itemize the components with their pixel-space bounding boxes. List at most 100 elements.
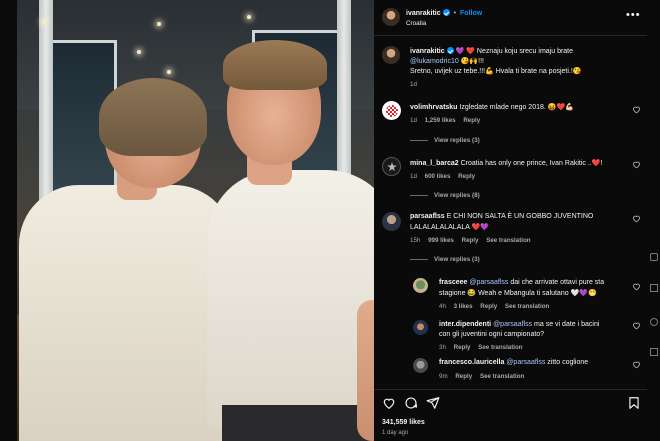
square-icon[interactable] <box>650 348 658 356</box>
external-link-icon[interactable] <box>650 253 658 261</box>
reply-meta: 3h Reply See translation <box>439 344 523 351</box>
caption-text: Sretno, uvijek uz tebe.!!!💪 Hvala ti bra… <box>410 68 582 75</box>
page-scrollbar[interactable] <box>647 0 660 441</box>
reply-button[interactable]: Reply <box>462 237 479 244</box>
reply-age[interactable]: 9m <box>439 373 448 380</box>
see-translation-button[interactable]: See translation <box>478 344 522 351</box>
post-viewer: ivanrakitic • Follow Croatia ••• ivanrak… <box>0 0 660 441</box>
share-icon[interactable] <box>426 396 440 410</box>
comment-username[interactable]: parsaaflss <box>410 213 445 220</box>
reply-likes[interactable]: 3 likes <box>454 303 473 310</box>
reply-button[interactable]: Reply <box>455 373 472 380</box>
person-shirt <box>19 185 234 441</box>
reply-button[interactable]: Reply <box>454 344 471 351</box>
heart-icon[interactable] <box>632 214 641 223</box>
person-pants <box>222 405 372 441</box>
reply-age[interactable]: 3h <box>439 344 446 351</box>
comment-line: mina_l_barca2 Croatia has only one princ… <box>410 159 602 167</box>
author-username[interactable]: ivanrakitic <box>406 10 441 17</box>
reply-username[interactable]: francesco.lauricella <box>439 359 504 366</box>
reply-avatar[interactable] <box>413 358 428 373</box>
heart-icon[interactable] <box>632 105 641 114</box>
comment-meta: 15h 999 likes Reply See translation <box>410 237 531 244</box>
heart-icon[interactable] <box>632 321 641 330</box>
caption-mention[interactable]: @lukamodric10 <box>410 58 459 65</box>
reply-mention[interactable]: @parsaaflss <box>493 321 532 328</box>
see-translation-button[interactable]: See translation <box>505 303 549 310</box>
ceiling-light <box>42 20 46 24</box>
view-replies-button[interactable]: View replies (3) <box>410 137 480 144</box>
caption-line: ivanrakitic 💜 ❤️ Neznaju koju srecu imaj… <box>410 47 573 55</box>
heart-icon[interactable] <box>632 160 641 169</box>
window-icon[interactable] <box>650 284 658 292</box>
see-translation-button[interactable]: See translation <box>486 237 530 244</box>
see-translation-button[interactable]: See translation <box>480 373 524 380</box>
post-photo[interactable] <box>17 0 374 441</box>
caption-age[interactable]: 1d <box>410 81 417 88</box>
reply-button[interactable]: Reply <box>463 117 480 124</box>
reply-button[interactable]: Reply <box>458 173 475 180</box>
reply-avatar[interactable] <box>413 278 428 293</box>
comment-avatar[interactable] <box>382 157 401 176</box>
ceiling-light <box>157 22 161 26</box>
header-divider <box>374 35 647 36</box>
follow-button[interactable]: Follow <box>460 10 482 17</box>
author-avatar[interactable] <box>382 8 400 26</box>
heart-icon[interactable] <box>382 396 396 410</box>
ceiling-light <box>247 15 251 19</box>
comment-username[interactable]: mina_l_barca2 <box>410 160 459 167</box>
reply-text: zitto coglione <box>547 359 589 366</box>
comment-meta: 1d 1,259 likes Reply <box>410 117 480 124</box>
person-hair <box>99 78 207 156</box>
reply-meta: 9m Reply See translation <box>439 373 524 380</box>
post-age[interactable]: 1 day ago <box>382 430 408 436</box>
flag-logo <box>385 104 398 117</box>
reply-avatar[interactable] <box>413 320 428 335</box>
reply-line: inter.dipendenti @parsaaflss ma se vi da… <box>439 321 599 328</box>
post-location[interactable]: Croatia <box>406 20 426 27</box>
comment-username[interactable]: volimhrvatsku <box>410 104 457 111</box>
comment-age[interactable]: 1d <box>410 117 417 124</box>
reply-mention[interactable]: @parsaaflss <box>506 359 545 366</box>
comment-likes[interactable]: 600 likes <box>425 173 451 180</box>
verified-icon <box>446 47 454 54</box>
caption-text: 😘🙌!!! <box>460 58 484 65</box>
comment-text: Izgledate mlade nego 2018. 😝❤️💪🏻 <box>459 104 574 111</box>
more-icon[interactable]: ••• <box>626 9 641 21</box>
comment-meta: 1d 600 likes Reply <box>410 173 475 180</box>
actions-divider <box>374 389 647 390</box>
caption-line: @lukamodric10 😘🙌!!! <box>410 57 484 65</box>
caption-username[interactable]: ivanrakitic <box>410 48 445 55</box>
bookmark-icon[interactable] <box>627 396 641 410</box>
reply-mention[interactable]: @parsaaflss <box>469 279 508 286</box>
reply-meta: 4h 3 likes Reply See translation <box>439 303 549 310</box>
view-replies-button[interactable]: View replies (3) <box>410 256 480 263</box>
person-hair <box>223 40 327 90</box>
reply-line: francesco.lauricella @parsaaflss zitto c… <box>439 359 588 366</box>
comment-likes[interactable]: 1,259 likes <box>425 117 456 124</box>
ceiling-light <box>137 50 141 54</box>
reply-username[interactable]: inter.dipendenti <box>439 321 491 328</box>
verified-icon <box>442 9 450 16</box>
caption-avatar[interactable] <box>382 46 400 64</box>
comment-age[interactable]: 15h <box>410 237 420 244</box>
heart-icon[interactable] <box>632 360 641 369</box>
author-row: ivanrakitic • Follow <box>406 9 482 17</box>
comment-text: Croatia has only one prince, Ivan Rakiti… <box>460 160 603 167</box>
comment-text: LALALALALALALA ❤️💜 <box>410 224 489 231</box>
comment-likes[interactable]: 999 likes <box>428 237 454 244</box>
comment-avatar[interactable] <box>382 101 401 120</box>
reply-age[interactable]: 4h <box>439 303 446 310</box>
reply-button[interactable]: Reply <box>480 303 497 310</box>
circle-icon[interactable] <box>650 318 658 326</box>
separator-dot: • <box>453 10 457 17</box>
comment-avatar[interactable] <box>382 212 401 231</box>
heart-icon[interactable] <box>632 282 641 291</box>
comment-text: E CHI NON SALTA È UN GOBBO JUVENTINO <box>446 213 594 220</box>
post-likes[interactable]: 341,559 likes <box>382 419 425 426</box>
view-replies-button[interactable]: View replies (8) <box>410 192 480 199</box>
reply-text: con gli juventini ogni campionato? <box>439 331 545 338</box>
comment-age[interactable]: 1d <box>410 173 417 180</box>
reply-username[interactable]: frasceee <box>439 279 467 286</box>
comment-icon[interactable] <box>404 396 418 410</box>
